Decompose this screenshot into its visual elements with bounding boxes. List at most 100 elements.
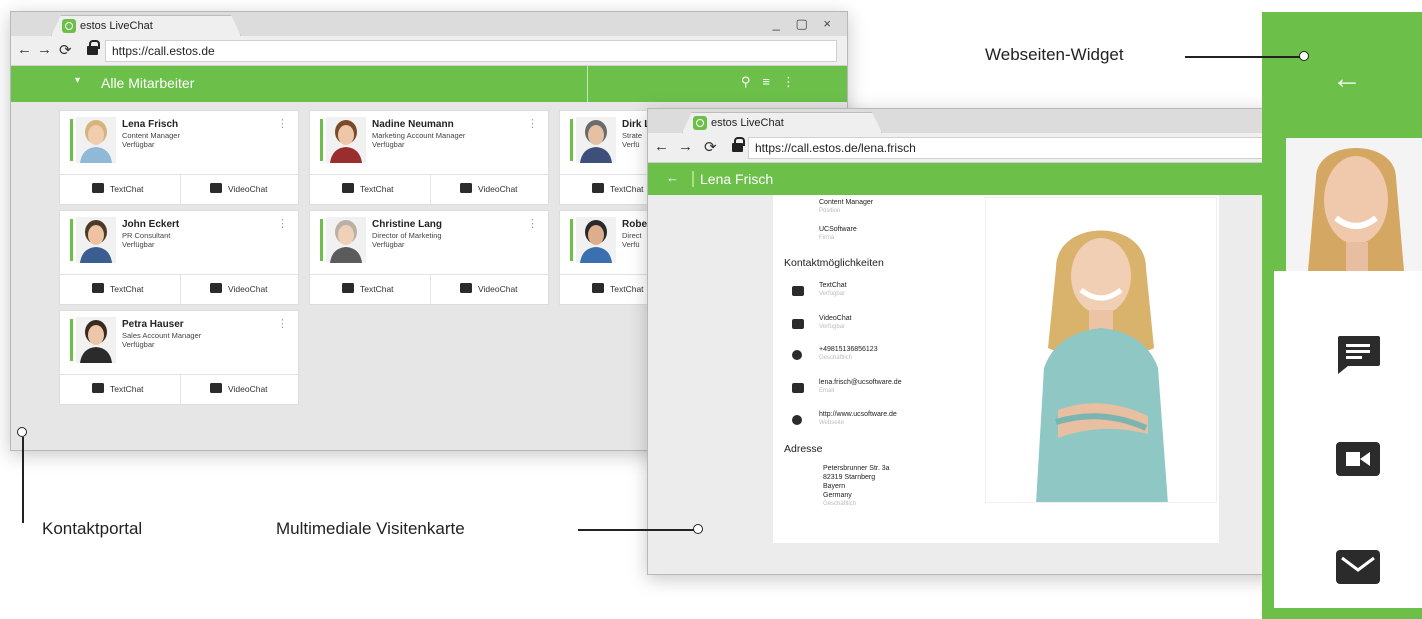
card-actions: TextChat VideoChat — [60, 374, 298, 404]
textchat-label: TextChat — [610, 184, 644, 194]
contact-value[interactable]: +49815136856123 — [819, 346, 878, 353]
forward-arrow-icon[interactable]: → — [678, 138, 693, 155]
videochat-button[interactable]: VideoChat — [460, 175, 518, 204]
employee-role: Marketing Account Manager — [372, 131, 466, 140]
more-vert-icon[interactable]: ⋮ — [277, 117, 288, 130]
card-accent-bar — [70, 119, 73, 161]
videochat-label: VideoChat — [228, 284, 268, 294]
employee-card[interactable]: Lena Frisch Content Manager Verfügbar ⋮ Text… — [59, 110, 299, 205]
reload-icon[interactable]: ⟳ — [59, 41, 72, 59]
chat-icon — [342, 283, 354, 293]
employee-name[interactable]: Nadine Neumann — [372, 119, 454, 130]
employee-status: Verfü — [622, 240, 640, 249]
employee-name[interactable]: Lena Frisch — [122, 119, 178, 130]
employee-name[interactable]: Petra Hauser — [122, 319, 184, 330]
employee-card[interactable]: John Eckert PR Consultant Verfügbar ⋮ TextCh… — [59, 210, 299, 305]
contact-value[interactable]: VideoChat — [819, 315, 852, 322]
textchat-label: TextChat — [360, 184, 394, 194]
textchat-button[interactable]: TextChat — [92, 175, 144, 204]
employee-status: Verfü — [622, 140, 640, 149]
employee-name[interactable]: John Eckert — [122, 219, 179, 230]
textchat-button[interactable]: TextChat — [342, 275, 394, 304]
employee-card[interactable]: Nadine Neumann Marketing Account Manager V… — [309, 110, 549, 205]
mail-icon[interactable] — [792, 383, 804, 393]
action-divider — [180, 275, 181, 304]
more-vert-icon[interactable]: ⋮ — [782, 74, 807, 89]
video-icon[interactable] — [792, 319, 804, 329]
employee-name[interactable]: Christine Lang — [372, 219, 442, 230]
textchat-button[interactable]: TextChat — [592, 275, 644, 304]
more-vert-icon[interactable]: ⋮ — [277, 317, 288, 330]
back-arrow-icon[interactable]: ← — [17, 41, 32, 58]
videochat-button[interactable]: VideoChat — [210, 175, 268, 204]
textchat-button[interactable]: TextChat — [342, 175, 394, 204]
forward-arrow-icon[interactable]: → — [37, 41, 52, 58]
callout-dot — [17, 427, 27, 437]
phone-icon[interactable] — [792, 350, 802, 360]
chat-icon[interactable] — [792, 286, 804, 296]
chat-icon[interactable] — [1334, 334, 1382, 376]
lock-icon — [87, 40, 100, 56]
window-controls[interactable]: _ ▢ × — [773, 16, 837, 32]
avatar-illustration — [76, 217, 116, 263]
back-arrow-icon[interactable]: ← — [666, 170, 679, 185]
employee-name[interactable]: Robe — [622, 219, 647, 230]
contact-value[interactable]: http://www.ucsoftware.de — [819, 411, 897, 418]
back-arrow-icon[interactable]: ← — [654, 138, 669, 155]
widget-avatar — [1286, 138, 1422, 271]
header-divider — [587, 66, 588, 102]
business-card-window: estos LiveChat ← → ⟳ https://call.estos.… — [647, 108, 1277, 575]
video-icon[interactable] — [1334, 438, 1382, 480]
url-field[interactable]: https://call.estos.de — [105, 40, 837, 62]
browser-tab[interactable]: estos LiveChat — [682, 112, 882, 133]
contact-label: Email — [819, 388, 835, 394]
contact-value[interactable]: lena.frisch@ucsoftware.de — [819, 379, 902, 386]
address-line: Germany — [823, 492, 852, 499]
contact-label: Verfügbar — [819, 324, 846, 330]
address-bar: ← → ⟳ https://call.estos.de/lena.frisch — [648, 133, 1276, 163]
callout-card-label: Multimediale Visitenkarte — [276, 519, 465, 538]
more-vert-icon[interactable]: ⋮ — [527, 217, 538, 230]
tab-strip: estos LiveChat _ ▢ × — [11, 12, 847, 36]
sort-icon[interactable]: ≡ — [762, 74, 782, 89]
url-field[interactable]: https://call.estos.de/lena.frisch — [748, 137, 1266, 159]
address-line: 82319 Starnberg — [823, 474, 876, 481]
videochat-button[interactable]: VideoChat — [210, 275, 268, 304]
profile-photo-illustration — [986, 198, 1216, 502]
mail-icon[interactable] — [1334, 546, 1382, 588]
globe-icon[interactable] — [792, 415, 802, 425]
card-actions: TextChat VideoChat — [60, 174, 298, 204]
card-content: Content Manager Position UCSoftware Firm… — [648, 195, 1276, 574]
more-vert-icon[interactable]: ⋮ — [277, 217, 288, 230]
card-actions: TextChat VideoChat — [60, 274, 298, 304]
employee-role: Content Manager — [122, 131, 180, 140]
address-heading: Adresse — [784, 443, 823, 455]
callout-dot — [693, 524, 703, 534]
portal-title[interactable]: Alle Mitarbeiter — [101, 75, 194, 91]
textchat-button[interactable]: TextChat — [92, 375, 144, 404]
back-arrow-icon[interactable]: ← — [1332, 62, 1362, 96]
reload-icon[interactable]: ⟳ — [704, 138, 717, 156]
callout-dot — [1299, 51, 1309, 61]
dropdown-caret-icon[interactable]: ▾ — [75, 75, 80, 86]
videochat-button[interactable]: VideoChat — [210, 375, 268, 404]
callout-line — [22, 437, 24, 523]
more-vert-icon[interactable]: ⋮ — [527, 117, 538, 130]
browser-tab[interactable]: estos LiveChat — [51, 15, 241, 36]
avatar-illustration — [576, 217, 616, 263]
textchat-button[interactable]: TextChat — [92, 275, 144, 304]
employee-role: Direct — [622, 231, 642, 240]
videochat-button[interactable]: VideoChat — [460, 275, 518, 304]
videochat-label: VideoChat — [228, 384, 268, 394]
search-icon[interactable]: ⚲ — [741, 74, 763, 89]
employee-avatar — [576, 117, 616, 163]
employee-card[interactable]: Petra Hauser Sales Account Manager Verfügb… — [59, 310, 299, 405]
widget-body — [1274, 138, 1422, 608]
estos-favicon-icon — [693, 116, 707, 130]
contact-value[interactable]: TextChat — [819, 282, 847, 289]
textchat-button[interactable]: TextChat — [592, 175, 644, 204]
video-icon — [210, 183, 222, 193]
employee-card[interactable]: Christine Lang Director of Marketing Verfü… — [309, 210, 549, 305]
textchat-label: TextChat — [110, 384, 144, 394]
callout-portal-label: Kontaktportal — [42, 519, 143, 538]
